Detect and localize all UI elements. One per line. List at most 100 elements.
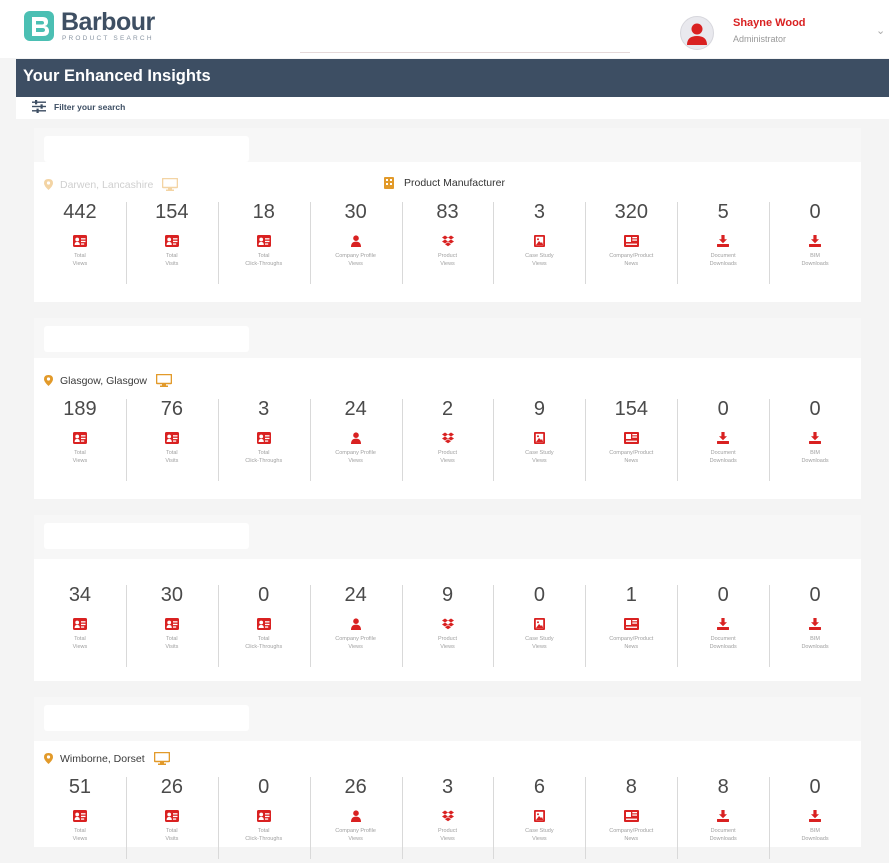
stat-label-line2: Views — [532, 261, 547, 267]
stat-total-views[interactable]: 189 Total Views — [34, 395, 126, 485]
image-icon — [493, 234, 585, 247]
logo-text: Barbour — [61, 8, 155, 36]
stat-label-line1: Company/Product — [609, 636, 654, 642]
monitor-icon — [162, 178, 179, 191]
stat-total-views[interactable]: 442 Total Views — [34, 198, 126, 288]
stat-bim-downloads[interactable]: 0 BIM Downloads — [769, 395, 861, 485]
monitor-icon — [155, 374, 172, 387]
stat-bim-downloads[interactable]: 0 BIM Downloads — [769, 773, 861, 863]
newspaper-icon — [585, 617, 677, 630]
stat-case-study-views[interactable]: 6 Case Study Views — [493, 773, 585, 863]
stat-label-line2: Click-Throughs — [245, 836, 283, 842]
stat-value: 0 — [809, 201, 821, 223]
stat-label-line1: Document — [710, 450, 736, 456]
barbour-logo[interactable]: Barbour PRODUCT SEARCH — [23, 8, 173, 44]
stat-value: 24 — [344, 584, 367, 606]
stat-company-profile-views[interactable]: 26 Company Profile Views — [309, 773, 402, 863]
stat-document-downloads[interactable]: 5 Document Downloads — [677, 198, 769, 288]
stat-total-click-throughs[interactable]: 0 Total Click-Throughs — [217, 773, 310, 863]
newspaper-icon — [585, 809, 677, 822]
newspaper-icon — [585, 234, 677, 247]
stat-value: 8 — [717, 776, 729, 798]
stat-total-visits[interactable]: 154 Total Visits — [125, 198, 218, 288]
user-name[interactable]: Shayne Wood — [733, 17, 806, 29]
person-icon — [310, 234, 402, 247]
stat-total-click-throughs[interactable]: 0 Total Click-Throughs — [217, 581, 310, 671]
id-card-icon — [34, 617, 126, 630]
stat-company-profile-views[interactable]: 30 Company Profile Views — [309, 198, 402, 288]
stat-value: 18 — [252, 201, 275, 223]
insight-card: 34 Total Views 30 Total Visits 0 Total Click-Thr… — [34, 515, 861, 681]
stat-product-views[interactable]: 9 Product Views — [401, 581, 494, 671]
top-header: Barbour PRODUCT SEARCH Shayne Wood Admin… — [0, 0, 889, 58]
stat-total-click-throughs[interactable]: 18 Total Click-Throughs — [217, 198, 310, 288]
stat-label-line2: Downloads — [801, 261, 829, 267]
insight-card: Wimborne, Dorset 51 Total Views 26 Total Visit… — [34, 697, 861, 859]
stat-case-study-views[interactable]: 3 Case Study Views — [493, 198, 585, 288]
stat-company-profile-views[interactable]: 24 Company Profile Views — [309, 581, 402, 671]
stat-value: 51 — [68, 776, 92, 798]
stat-bim-downloads[interactable]: 0 BIM Downloads — [769, 581, 861, 671]
stat-total-views[interactable]: 34 Total Views — [34, 581, 126, 671]
dropbox-icon — [402, 809, 494, 822]
stat-product-views[interactable]: 3 Product Views — [401, 773, 494, 863]
stat-label-line1: Total — [166, 450, 178, 456]
stat-label-line2: Views — [72, 644, 88, 650]
stat-bim-downloads[interactable]: 0 BIM Downloads — [769, 198, 861, 288]
barbour-logo-icon — [24, 11, 54, 41]
card-header — [34, 318, 861, 358]
stat-document-downloads[interactable]: 0 Document Downloads — [677, 395, 769, 485]
stat-company-product-news[interactable]: 1 Company/Product News — [585, 581, 677, 671]
dropbox-icon — [402, 234, 494, 247]
stat-label-line2: Views — [348, 458, 363, 464]
filter-bar[interactable]: Filter your search — [16, 97, 889, 119]
id-card-icon — [126, 234, 218, 247]
stat-value: 6 — [533, 776, 545, 798]
stat-label-line2: Views — [72, 458, 88, 464]
stat-label-line1: Document — [710, 253, 736, 259]
stat-value: 0 — [717, 584, 729, 606]
person-icon — [310, 809, 402, 822]
stat-value: 0 — [258, 776, 270, 798]
download-icon — [677, 234, 769, 247]
id-card-icon — [218, 234, 310, 247]
stat-document-downloads[interactable]: 8 Document Downloads — [677, 773, 769, 863]
stat-total-views[interactable]: 51 Total Views — [34, 773, 126, 863]
stat-total-visits[interactable]: 76 Total Visits — [125, 395, 218, 485]
stat-document-downloads[interactable]: 0 Document Downloads — [677, 581, 769, 671]
stat-label-line1: Document — [710, 636, 736, 642]
stat-label-line1: BIM — [810, 450, 820, 456]
filter-search-link[interactable]: Filter your search — [54, 102, 125, 112]
stats-row: 442 Total Views 154 Total Visits 18 Total Click-… — [34, 198, 861, 288]
id-card-icon — [34, 431, 126, 444]
stat-label-line2: Views — [532, 836, 547, 842]
stat-company-product-news[interactable]: 8 Company/Product News — [585, 773, 677, 863]
stat-total-visits[interactable]: 30 Total Visits — [125, 581, 218, 671]
stats-row: 51 Total Views 26 Total Visits 0 Total Click-Thr… — [34, 773, 861, 863]
stat-label-line1: Case Study — [525, 450, 554, 456]
stat-product-views[interactable]: 83 Product Views — [401, 198, 494, 288]
stat-total-visits[interactable]: 26 Total Visits — [125, 773, 218, 863]
stat-company-product-news[interactable]: 320 Company/Product News — [585, 198, 677, 288]
download-icon — [677, 617, 769, 630]
stat-label-line1: Product — [438, 450, 457, 456]
map-pin-icon — [44, 179, 53, 190]
logo-subtitle: PRODUCT SEARCH — [62, 35, 154, 42]
stat-total-click-throughs[interactable]: 3 Total Click-Throughs — [217, 395, 310, 485]
company-name-placeholder — [44, 523, 249, 549]
image-icon — [493, 431, 585, 444]
stat-product-views[interactable]: 2 Product Views — [401, 395, 494, 485]
stat-value: 26 — [344, 776, 367, 798]
card-header — [34, 515, 861, 559]
stat-company-profile-views[interactable]: 24 Company Profile Views — [309, 395, 402, 485]
stat-label-line2: Visits — [165, 644, 179, 650]
stat-case-study-views[interactable]: 0 Case Study Views — [493, 581, 585, 671]
stat-label-line2: Views — [440, 644, 455, 650]
stat-case-study-views[interactable]: 9 Case Study Views — [493, 395, 585, 485]
chevron-down-icon[interactable]: ⌄ — [876, 24, 885, 37]
download-icon — [769, 809, 861, 822]
stat-label-line2: Downloads — [709, 458, 737, 464]
stat-label-line1: Company Profile — [335, 636, 376, 642]
avatar[interactable] — [680, 16, 714, 50]
stat-company-product-news[interactable]: 154 Company/Product News — [585, 395, 677, 485]
